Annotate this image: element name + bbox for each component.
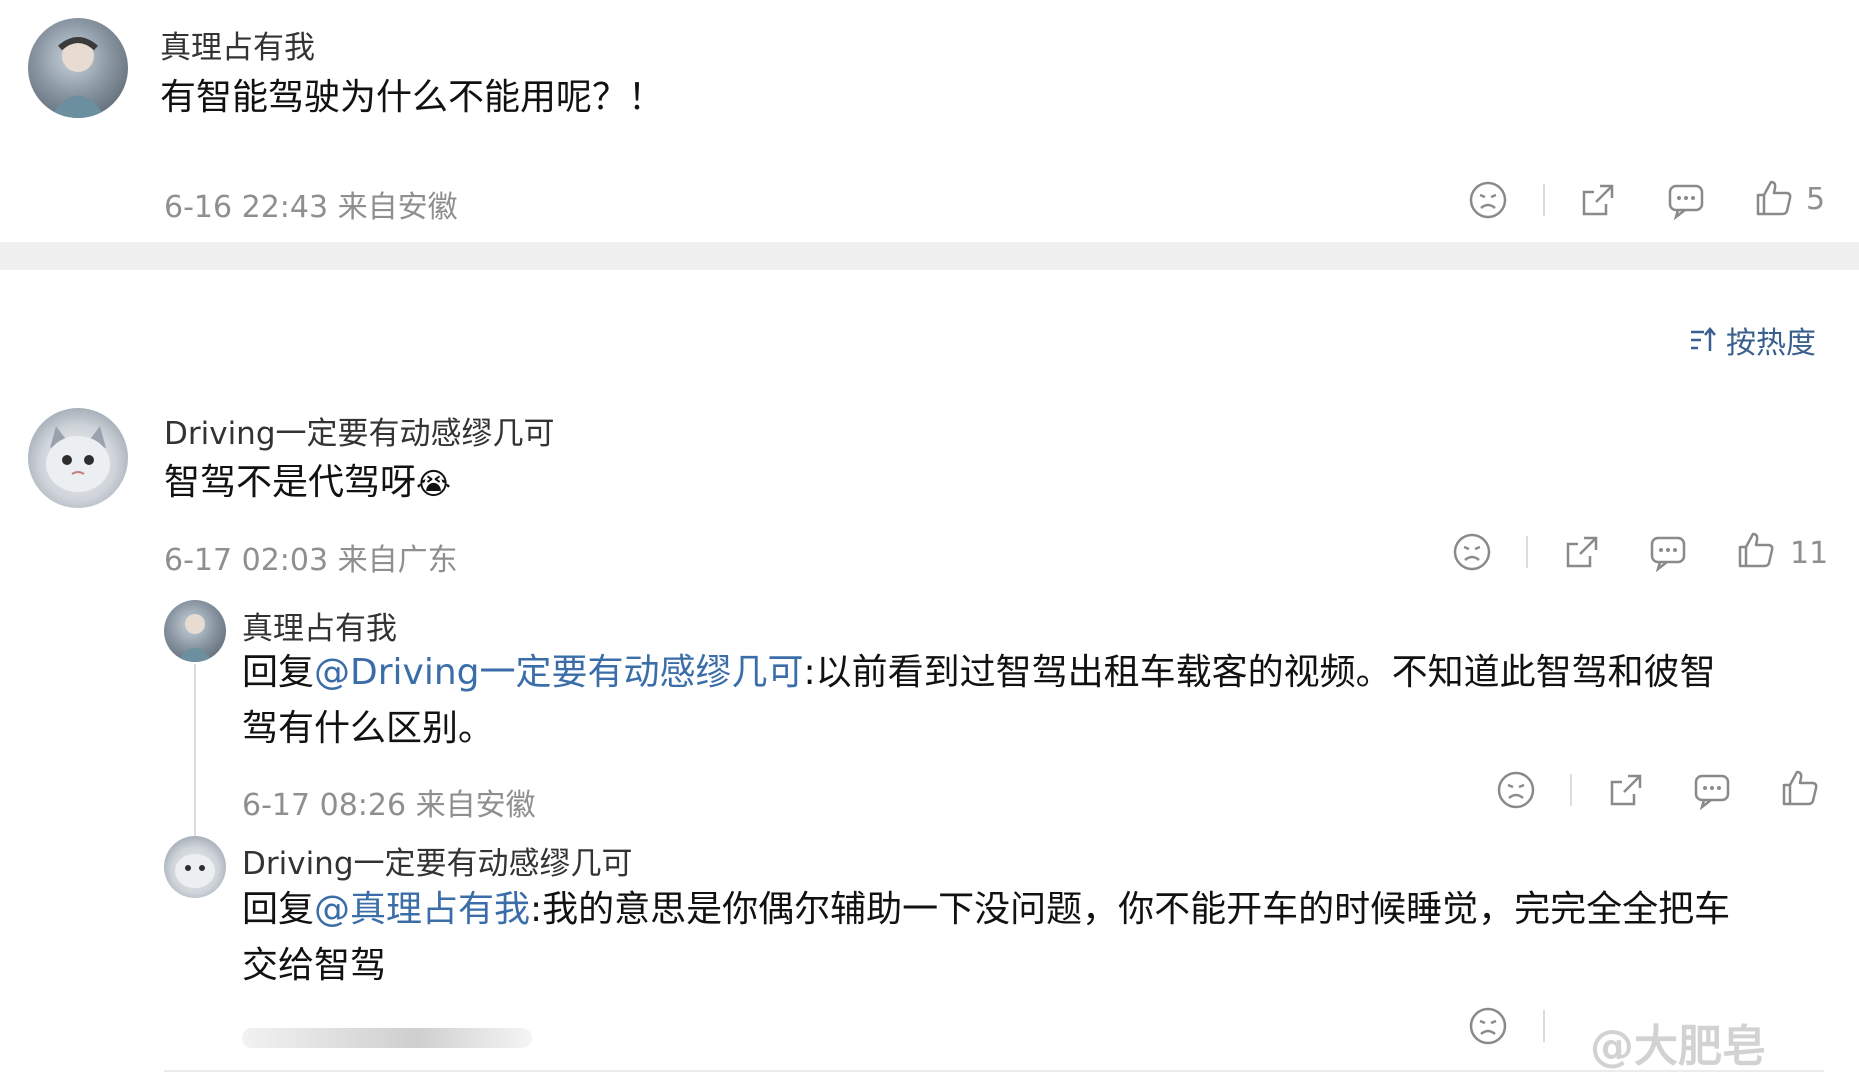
- avatar[interactable]: [28, 408, 128, 508]
- share-icon[interactable]: [1576, 178, 1620, 222]
- action-separator: [1543, 1010, 1545, 1042]
- sort-label: 按热度: [1726, 326, 1816, 361]
- section-divider: [0, 242, 1859, 270]
- mention-link[interactable]: @真理占有我: [314, 889, 530, 930]
- reply-prefix: 回复: [242, 889, 315, 930]
- blurred-meta: [242, 1028, 532, 1048]
- like-count: 11: [1790, 536, 1829, 571]
- reply-username[interactable]: 真理占有我: [242, 603, 397, 648]
- comment-text: 智驾不是代驾呀😭: [164, 455, 451, 513]
- avatar-image: [46, 426, 110, 492]
- avatar[interactable]: [28, 18, 128, 118]
- reply-prefix: 回复: [242, 652, 315, 693]
- dislike-icon[interactable]: [1466, 1004, 1510, 1048]
- dislike-icon[interactable]: [1450, 530, 1494, 574]
- reply-meta: 6-17 08:26 来自安徽: [242, 788, 536, 823]
- crying-emoji: 😭: [416, 467, 452, 502]
- comment-text: 有智能驾驶为什么不能用呢？！: [160, 77, 665, 118]
- comment-icon[interactable]: [1690, 768, 1734, 812]
- reply-body-line1: :我的意思是你偶尔辅助一下没问题，你不能开车的时候睡觉，完完全全把车: [530, 889, 1731, 930]
- comment-icon[interactable]: [1664, 178, 1708, 222]
- sort-icon: [1691, 327, 1716, 351]
- reply-thread-line: [194, 664, 196, 844]
- like-icon[interactable]: [1778, 766, 1822, 810]
- like-count: 5: [1806, 182, 1826, 217]
- avatar-image: [50, 37, 106, 118]
- dislike-icon[interactable]: [1466, 178, 1510, 222]
- share-icon[interactable]: [1604, 768, 1648, 812]
- share-icon[interactable]: [1560, 530, 1604, 574]
- action-separator: [1570, 774, 1572, 806]
- mention-link[interactable]: @Driving一定要有动感缪几可: [314, 652, 804, 693]
- like-icon[interactable]: [1734, 528, 1778, 572]
- comment-meta: 6-16 22:43 来自安徽: [164, 190, 458, 225]
- comment-meta: 6-17 02:03 来自广东: [164, 543, 458, 578]
- comment-username[interactable]: 真理占有我: [160, 22, 315, 67]
- reply-text: 回复@Driving一定要有动感缪几可:以前看到过智驾出租车载客的视频。不知道此…: [242, 645, 1822, 757]
- avatar-image: [177, 614, 213, 662]
- like-icon[interactable]: [1752, 176, 1796, 220]
- bottom-divider: [164, 1070, 1824, 1072]
- sort-by-hot-button[interactable]: 按热度: [1688, 318, 1816, 362]
- avatar[interactable]: [164, 836, 226, 898]
- action-separator: [1543, 184, 1545, 216]
- action-separator: [1526, 536, 1528, 568]
- reply-text: 回复@真理占有我:我的意思是你偶尔辅助一下没问题，你不能开车的时候睡觉，完完全全…: [242, 882, 1832, 994]
- avatar[interactable]: [164, 600, 226, 662]
- comment-username[interactable]: Driving一定要有动感缪几可: [164, 408, 555, 453]
- watermark: @大肥皂: [1590, 1021, 1766, 1072]
- comment-text-body: 智驾不是代驾呀: [164, 462, 417, 503]
- reply-body-line2: 驾有什么区别。: [242, 708, 495, 749]
- reply-username[interactable]: Driving一定要有动感缪几可: [242, 838, 633, 883]
- reply-body-line2: 交给智驾: [242, 945, 387, 986]
- reply-body-line1: :以前看到过智驾出租车载客的视频。不知道此智驾和彼智: [803, 652, 1716, 693]
- dislike-icon[interactable]: [1494, 768, 1538, 812]
- avatar-image: [175, 854, 215, 888]
- comment-icon[interactable]: [1646, 530, 1690, 574]
